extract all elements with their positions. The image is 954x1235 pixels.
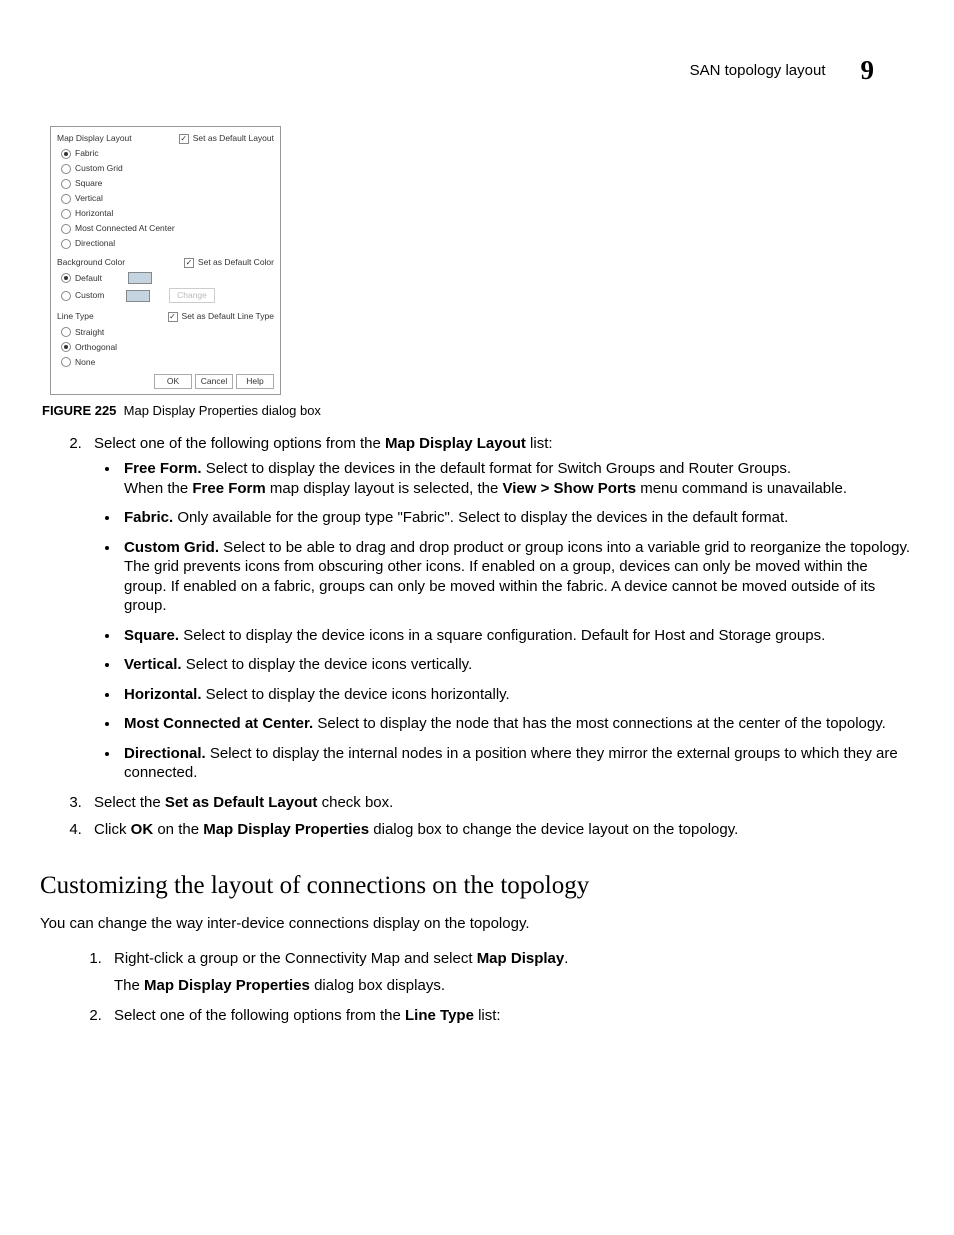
custom-color-swatch [126,290,150,302]
figure-caption: FIGURE 225 Map Display Properties dialog… [42,403,914,420]
chapter-number: 9 [861,55,875,86]
layout-radio-fabric[interactable] [61,149,71,159]
set-default-color-label: Set as Default Color [198,257,274,268]
linetype-radio-orthogonal[interactable] [61,342,71,352]
opt-most-connected: Most Connected at Center. Select to disp… [120,714,914,734]
step-3: Select the Set as Default Layout check b… [86,793,914,813]
procedure-steps-2: Right-click a group or the Connectivity … [40,949,914,1026]
linetype-section-title: Line Type [57,311,94,322]
layout-radio-horizontal[interactable] [61,209,71,219]
bgcolor-section-title: Background Color [57,257,125,268]
procedure-steps: Select one of the following options from… [40,434,914,840]
layout-radio-custom-grid[interactable] [61,164,71,174]
page-header: SAN topology layout 9 [40,55,914,86]
ok-button[interactable]: OK [154,374,192,389]
bgcolor-radio-custom[interactable] [61,291,71,301]
set-default-linetype-label: Set as Default Line Type [182,311,274,322]
set-default-color-checkbox[interactable] [184,258,194,268]
layout-radio-square[interactable] [61,179,71,189]
bgcolor-radio-default[interactable] [61,273,71,283]
set-default-linetype-checkbox[interactable] [168,312,178,322]
set-default-layout-label: Set as Default Layout [193,133,274,144]
step-2: Select one of the following options from… [86,434,914,783]
step-4: Click OK on the Map Display Properties d… [86,820,914,840]
s2-step-2: Select one of the following options from… [106,1006,914,1026]
opt-square: Square. Select to display the device ico… [120,626,914,646]
cancel-button[interactable]: Cancel [195,374,233,389]
help-button[interactable]: Help [236,374,274,389]
default-color-swatch [128,272,152,284]
layout-radio-directional[interactable] [61,239,71,249]
section-title: Customizing the layout of connections on… [40,870,914,903]
change-color-button[interactable]: Change [169,288,215,303]
set-default-layout-checkbox[interactable] [179,134,189,144]
opt-vertical: Vertical. Select to display the device i… [120,655,914,675]
section-intro: You can change the way inter-device conn… [40,914,914,934]
opt-directional: Directional. Select to display the inter… [120,744,914,783]
opt-custom-grid: Custom Grid. Select to be able to drag a… [120,538,914,616]
linetype-radio-straight[interactable] [61,327,71,337]
layout-radio-most-connected[interactable] [61,224,71,234]
header-title: SAN topology layout [690,62,826,79]
s2-step-1: Right-click a group or the Connectivity … [106,949,914,996]
opt-free-form: Free Form. Select to display the devices… [120,459,914,498]
layout-section-title: Map Display Layout [57,133,132,144]
layout-radio-vertical[interactable] [61,194,71,204]
opt-fabric: Fabric. Only available for the group typ… [120,508,914,528]
opt-horizontal: Horizontal. Select to display the device… [120,685,914,705]
linetype-radio-none[interactable] [61,357,71,367]
map-display-properties-dialog: Map Display Layout Set as Default Layout… [50,126,281,395]
